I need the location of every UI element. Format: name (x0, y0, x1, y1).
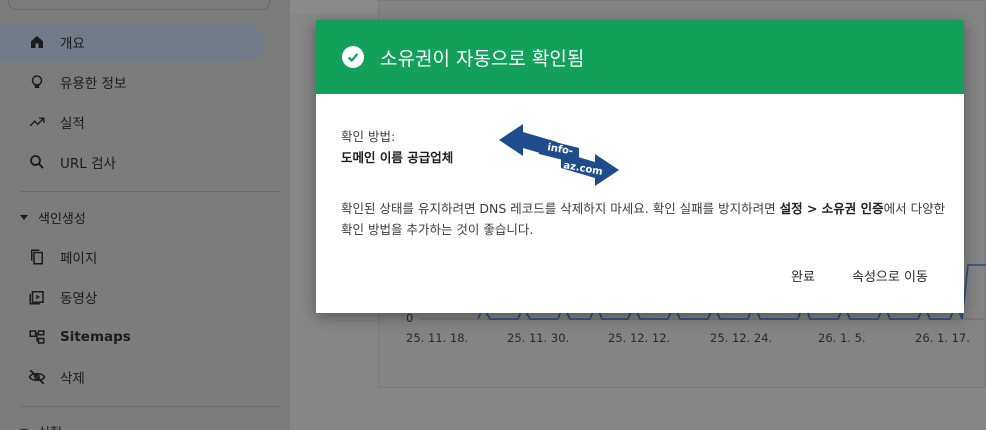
sidebar-item-performance[interactable]: 실적 (0, 103, 264, 141)
sidebar-item-label: 동영상 (60, 291, 98, 307)
sidebar-item-removals[interactable]: 삭제 (0, 358, 264, 396)
ownership-verified-dialog: 소유권이 자동으로 확인됨 확인 방법: 도메인 이름 공급업체 info- a… (316, 20, 964, 313)
info-az-logo: info- az.com (499, 124, 619, 186)
x-tick-label: 25. 11. 18. (406, 331, 469, 345)
divider (20, 406, 280, 407)
home-icon (28, 33, 46, 51)
sidebar-item-label: 페이지 (60, 251, 98, 267)
sidebar-item-insights[interactable]: 유용한 정보 (0, 63, 264, 101)
x-tick-label: 25. 11. 30. (507, 331, 570, 345)
section-label: 색인생성 (38, 211, 86, 227)
dialog-body-text: 확인된 상태를 유지하려면 DNS 레코드를 삭제하지 마세요. 확인 실패를 … (341, 198, 946, 240)
body-text-part: 확인된 상태를 유지하려면 DNS 레코드를 삭제하지 마세요. 확인 실패를 … (341, 201, 780, 216)
sidebar-item-pages[interactable]: 페이지 (0, 238, 264, 276)
divider (20, 191, 280, 192)
x-tick-label: 26. 1. 5. (818, 331, 866, 345)
search-bar[interactable] (8, 0, 270, 10)
sidebar-item-label: Sitemaps (60, 329, 131, 345)
video-icon (28, 288, 46, 306)
sidebar-item-label: 실적 (60, 116, 85, 132)
section-experiments[interactable]: 실험 (0, 412, 62, 430)
lightbulb-icon (28, 73, 46, 91)
go-to-property-button[interactable]: 속성으로 이동 (852, 266, 928, 285)
dialog-title: 소유권이 자동으로 확인됨 (380, 47, 585, 70)
done-button[interactable]: 완료 (791, 266, 815, 285)
x-tick-label: 25. 12. 24. (710, 331, 773, 345)
sidebar-item-sitemaps[interactable]: Sitemaps (0, 318, 264, 356)
sidebar-item-label: 삭제 (60, 371, 85, 387)
sidebar-item-videos[interactable]: 동영상 (0, 278, 264, 316)
visibility-off-icon (28, 368, 46, 386)
trending-up-icon (28, 113, 46, 131)
verification-method-value: 도메인 이름 공급업체 (341, 150, 454, 165)
caret-down-icon (20, 214, 28, 220)
sitemap-icon (28, 328, 46, 346)
x-tick-label: 26. 1. 17. (915, 331, 970, 345)
sidebar-item-label: URL 검사 (60, 156, 116, 172)
sidebar: 개요 유용한 정보 실적 URL 검사 색인생성 페이지 동영상 Sitemap… (0, 0, 290, 430)
y-tick-label: 0 (406, 311, 414, 325)
settings-path: 설정 > 소유권 인증 (779, 201, 884, 216)
pages-icon (28, 248, 46, 266)
sidebar-item-label: 유용한 정보 (60, 76, 127, 92)
section-indexing[interactable]: 색인생성 (0, 198, 86, 236)
check-circle-icon (342, 46, 364, 68)
sidebar-item-url-inspection[interactable]: URL 검사 (0, 143, 264, 181)
section-label: 실험 (38, 422, 62, 430)
dialog-header: 소유권이 자동으로 확인됨 (316, 20, 964, 94)
sidebar-item-label: 개요 (60, 36, 85, 52)
search-icon (28, 153, 46, 171)
x-tick-label: 25. 12. 12. (608, 331, 671, 345)
verification-method-label: 확인 방법: (341, 129, 396, 144)
sidebar-item-overview[interactable]: 개요 (0, 23, 264, 61)
